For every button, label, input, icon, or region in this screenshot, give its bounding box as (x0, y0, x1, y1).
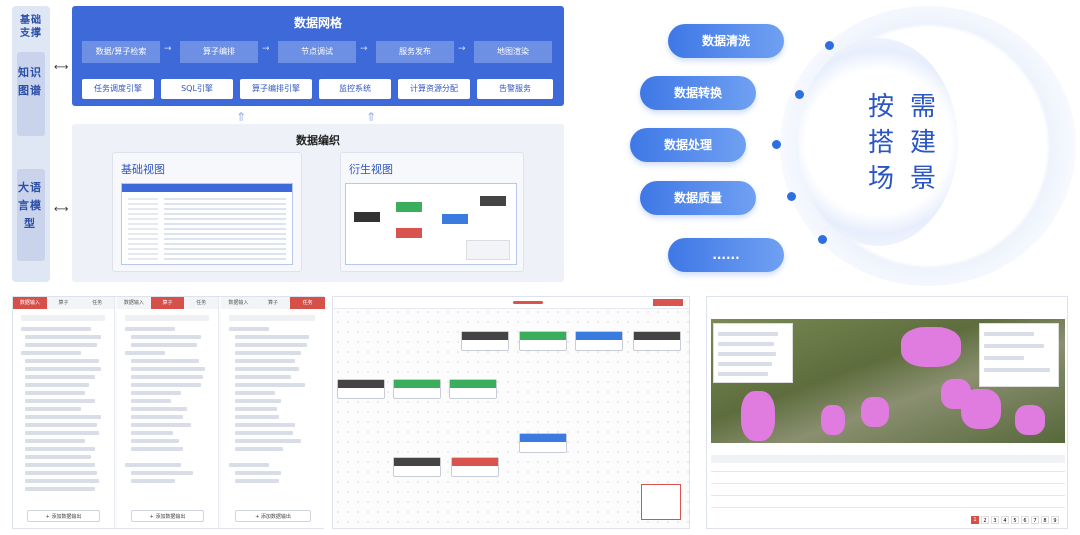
connector-dot (787, 192, 796, 201)
add-output-button[interactable]: + 添加数据输出 (131, 510, 204, 522)
canvas-toolbar (333, 297, 689, 309)
list-column: 数据输入 算子 任务 + 添加数据输出 (13, 297, 115, 528)
flow-step: 地图渲染 (474, 41, 552, 63)
page-button[interactable]: 3 (991, 516, 999, 524)
double-arrow-icon: ⟷ (54, 204, 69, 215)
flow-node[interactable] (337, 379, 385, 399)
base-view-title: 基础视图 (121, 163, 165, 176)
data-table (711, 449, 1065, 511)
tab[interactable]: 算子 (46, 297, 81, 309)
flow-step: 服务发布 (376, 41, 454, 63)
flow-node[interactable] (575, 331, 623, 351)
knowledge-graph-box: 知识图谱 (17, 52, 45, 136)
engine-item: 算子编排引擎 (240, 79, 312, 99)
capability-pill: 数据处理 (630, 128, 746, 162)
flow-node[interactable] (393, 457, 441, 477)
scene-char: 需 (910, 92, 937, 122)
engine-item: 任务调度引擎 (82, 79, 154, 99)
capability-pill: ...... (668, 238, 784, 272)
base-view-card: 基础视图 (112, 152, 302, 272)
connector-dot (795, 90, 804, 99)
flow-step: 数据/算子检索 (82, 41, 160, 63)
capability-pill: 数据清洗 (668, 24, 784, 58)
derived-view-title: 衍生视图 (349, 163, 393, 176)
tab[interactable]: 任务 (184, 297, 219, 309)
flow-node[interactable] (461, 331, 509, 351)
operator-list-screenshot: 数据输入 算子 任务 + 添加数据输出 数据输入 算子 任务 + 添加数据输出 … (12, 296, 326, 529)
up-arrow-icon: ⇑ (366, 110, 377, 124)
connector-dot (825, 41, 834, 50)
tab[interactable]: 任务 (80, 297, 115, 309)
arrow-right-icon: → (262, 44, 270, 54)
list-column: 数据输入 算子 任务 + 添加数据输出 (221, 297, 326, 528)
data-grid-title: 数据网格 (293, 16, 342, 30)
connector-dot (818, 235, 827, 244)
scene-char: 按 (868, 92, 895, 122)
base-view-thumbnail (121, 183, 293, 265)
engine-item: SQL引擎 (161, 79, 233, 99)
data-weave-title: 数据编织 (296, 134, 340, 147)
tab[interactable]: 数据输入 (117, 297, 151, 309)
page-button[interactable]: 8 (1041, 516, 1049, 524)
flow-step: 节点调试 (278, 41, 356, 63)
tab[interactable]: 算子 (150, 297, 185, 309)
llm-box: 大语言模型 (17, 169, 45, 261)
engine-item: 告警服务 (477, 79, 553, 99)
flow-node[interactable] (633, 331, 681, 351)
flow-node[interactable] (449, 379, 497, 399)
add-output-button[interactable]: + 添加数据输出 (27, 510, 100, 522)
capability-pill: 数据质量 (640, 181, 756, 215)
engine-item: 计算资源分配 (398, 79, 470, 99)
scene-char: 建 (910, 128, 937, 158)
double-arrow-icon: ⟷ (54, 62, 69, 73)
derived-view-card: 衍生视图 (340, 152, 524, 272)
flow-node[interactable] (451, 457, 499, 477)
page-button[interactable]: 6 (1021, 516, 1029, 524)
llm-label: 大语言模型 (18, 181, 42, 230)
layer-popup (713, 323, 793, 383)
flow-node[interactable] (519, 331, 567, 351)
scene-char: 场 (868, 164, 895, 194)
page-button[interactable]: 7 (1031, 516, 1039, 524)
arrow-right-icon: → (164, 44, 172, 54)
arrow-right-icon: → (458, 44, 466, 54)
tab[interactable]: 数据输入 (13, 297, 47, 309)
knowledge-graph-label: 知识图谱 (18, 66, 42, 97)
connector-dot (772, 140, 781, 149)
tab[interactable]: 算子 (255, 297, 291, 309)
page-button[interactable]: 1 (971, 516, 979, 524)
infrastructure-label: 基础支撑 (20, 15, 42, 39)
scene-char: 搭 (868, 128, 895, 158)
add-output-button[interactable]: + 添加数据输出 (235, 510, 311, 522)
list-column: 数据输入 算子 任务 + 添加数据输出 (117, 297, 219, 528)
property-popup (979, 323, 1059, 387)
engine-item: 监控系统 (319, 79, 391, 99)
tab[interactable]: 任务 (290, 297, 326, 309)
capability-pill: 数据转换 (640, 76, 756, 110)
map-table-screenshot: 1 2 3 4 5 6 7 8 9 (706, 296, 1068, 529)
page-button[interactable]: 5 (1011, 516, 1019, 524)
flow-node[interactable] (393, 379, 441, 399)
page-button[interactable]: 4 (1001, 516, 1009, 524)
arrow-right-icon: → (360, 44, 368, 54)
tab[interactable]: 数据输入 (221, 297, 256, 309)
scene-char: 景 (910, 164, 937, 194)
page-button[interactable]: 2 (981, 516, 989, 524)
infrastructure-column: 基础支撑 知识图谱 大语言模型 (12, 6, 50, 282)
up-arrow-icon: ⇑ (236, 110, 247, 124)
minimap[interactable] (641, 484, 681, 520)
derived-view-thumbnail (345, 183, 517, 265)
pagination: 1 2 3 4 5 6 7 8 9 (971, 516, 1059, 524)
data-grid-panel: 数据网格 数据/算子检索 → 算子编排 → 节点调试 → 服务发布 → 地图渲染… (72, 6, 564, 106)
page-button[interactable]: 9 (1051, 516, 1059, 524)
node-canvas-screenshot (332, 296, 690, 529)
flow-step: 算子编排 (180, 41, 258, 63)
data-weave-panel: 数据编织 基础视图 衍生视图 (72, 124, 564, 282)
flow-node[interactable] (519, 433, 567, 453)
